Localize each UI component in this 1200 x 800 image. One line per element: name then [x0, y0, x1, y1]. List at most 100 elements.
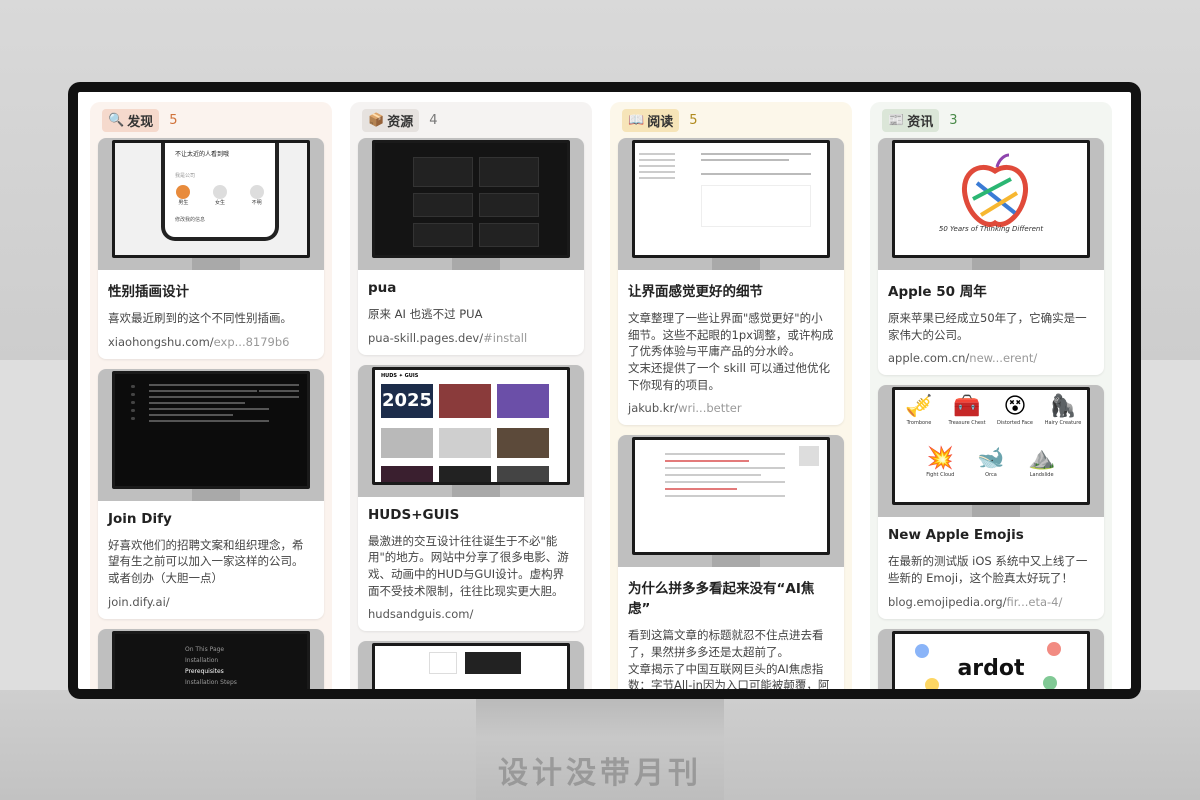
column-count: 4 — [429, 112, 438, 128]
column-tag-label: 资源 — [387, 114, 414, 130]
column-header: 📰 资讯 3 — [878, 102, 1104, 138]
column-header: 🔍 发现 5 — [98, 102, 324, 138]
card-thumbnail: 50 Years of Thinking Different — [878, 138, 1104, 270]
package-icon: 📦 — [368, 112, 385, 128]
column-count: 5 — [169, 112, 178, 128]
card-description: 原来苹果已经成立50年了，它确实是一家伟大的公司。 — [888, 311, 1087, 342]
background-block-left — [0, 360, 70, 690]
card[interactable]: HUDS ✦ GUIS 2025 HUDS+GUIS 最激进的交互设计往往诞生于… — [358, 364, 584, 632]
card[interactable]: 为什么拼多多看起来没有“AI焦虑” 看到这篇文章的标题就忍不住点进去看了，果然拼… — [618, 435, 844, 689]
thumbnail-screen: 50 Years of Thinking Different — [892, 140, 1090, 258]
thumbnail-screen — [372, 643, 570, 689]
thumbnail-stand — [712, 555, 760, 568]
ardot-logo: ardot — [957, 655, 1025, 681]
card-title: pua — [368, 280, 397, 296]
thumbnail-screen: On This Page Installation Prerequisites … — [112, 630, 310, 689]
link-domain: xiaohongshu.com/ — [108, 334, 214, 349]
card-description: 看到这篇文章的标题就忍不住点进去看了，果然拼多多还是太超前了。 文章揭示了中国互… — [628, 628, 830, 689]
link-domain: pua-skill.pages.dev/ — [368, 330, 484, 345]
emoji-label: Orca — [985, 472, 997, 479]
thumb-tile — [381, 465, 433, 482]
card-description: 喜欢最近刷到的这个不同性别插画。 — [108, 311, 292, 325]
link-domain: jakub.kr/ — [628, 401, 679, 416]
emoji-label: Hairy Creature — [1044, 420, 1082, 427]
card-description: 文章整理了一些让界面"感觉更好"的小细节。这些不起眼的1px调整，或许构成了优秀… — [628, 311, 834, 392]
emoji-label: Treasure Chest — [948, 420, 986, 427]
card-thumbnail: ardot — [878, 628, 1104, 689]
thumb-tile — [439, 465, 491, 482]
card[interactable]: 让界面感觉更好的细节 文章整理了一些让界面"感觉更好"的小细节。这些不起眼的1p… — [618, 138, 844, 426]
column-tag[interactable]: 🔍 发现 — [102, 108, 160, 132]
card[interactable]: 50 Years of Thinking Different Apple 50 … — [878, 138, 1104, 376]
monitor-frame: 🔍 发现 5 不让太近的人看到哦 我是公司 男生 女生 不明 修改我的信息 性别… — [68, 82, 1141, 699]
thumbnail-screen — [632, 437, 830, 556]
thumbnail-stand — [192, 258, 240, 270]
card-link[interactable]: pua-skill.pages.dev/#install — [368, 331, 574, 345]
card[interactable]: 不让太近的人看到哦 我是公司 男生 女生 不明 修改我的信息 性别插画设计 喜欢… — [98, 138, 324, 359]
card-title: 性别插画设计 — [108, 284, 189, 300]
link-path: new...erent/ — [969, 351, 1038, 366]
card[interactable]: On This Page Installation Prerequisites … — [98, 628, 324, 689]
thumb-tile — [497, 383, 549, 418]
card-link[interactable]: blog.emojipedia.org/fir...eta-4/ — [888, 595, 1094, 609]
card-title: Apple 50 周年 — [888, 284, 987, 300]
thumb-tile: 2025 — [381, 383, 433, 418]
card-link[interactable]: jakub.kr/wri...better — [628, 401, 834, 415]
apple-caption: 50 Years of Thinking Different — [938, 225, 1044, 233]
thumbnail-screen: ardot — [892, 630, 1090, 689]
link-domain: blog.emojipedia.org/ — [888, 594, 1007, 609]
doc-nav-item: On This Page — [185, 645, 225, 653]
card[interactable]: Join Dify 好喜欢他们的招聘文案和组织理念，希望有生之前可以加入一家这样… — [98, 368, 324, 619]
card-description: 最激进的交互设计往往诞生于不必"能用"的地方。网站中分享了很多电影、游戏、动画中… — [368, 533, 569, 598]
emoji-label: Landslide — [1029, 472, 1054, 479]
card-link[interactable]: apple.com.cn/new...erent/ — [888, 351, 1094, 365]
card-description: 原来 AI 也逃不过 PUA — [368, 307, 483, 321]
logo-tile — [429, 652, 457, 675]
watermark: 设计没带月刊 — [498, 756, 702, 791]
column-tag[interactable]: 📖 阅读 — [622, 108, 680, 132]
card-title: 为什么拼多多看起来没有“AI焦虑” — [628, 581, 815, 618]
emoji-label: Distorted Face — [996, 420, 1034, 427]
column-tag[interactable]: 📰 资讯 — [882, 108, 940, 132]
column-tag-label: 资讯 — [907, 114, 934, 130]
distorted-face-icon: 😵 — [1003, 394, 1027, 420]
column-news: 📰 资讯 3 50 Years of Thinking Different Ap… — [870, 102, 1112, 689]
link-domain: apple.com.cn/ — [888, 351, 970, 366]
card[interactable]: ardot — [878, 628, 1104, 689]
card-title: HUDS+GUIS — [368, 506, 460, 523]
card-link[interactable]: join.dify.ai/ — [108, 595, 314, 609]
card-thumbnail — [618, 138, 844, 270]
card-title: New Apple Emojis — [888, 527, 1024, 544]
column-discover: 🔍 发现 5 不让太近的人看到哦 我是公司 男生 女生 不明 修改我的信息 性别… — [90, 102, 332, 689]
thumbnail-screen — [112, 370, 310, 489]
card-thumbnail: HUDS ✦ GUIS 2025 — [358, 364, 584, 497]
card-thumbnail — [358, 641, 584, 689]
gender-label: 不明 — [251, 200, 262, 206]
thumb-tile — [497, 465, 549, 482]
thumbnail-stand — [712, 258, 760, 270]
card[interactable]: pua 原来 AI 也逃不过 PUA pua-skill.pages.dev/#… — [358, 138, 584, 355]
card-link[interactable]: hudsandguis.com/ — [368, 607, 574, 621]
site-brand: HUDS ✦ GUIS — [381, 372, 419, 379]
thumbnail-screen: 🎺 Trombone 🧰 Treasure Chest 😵 Distorted Fac… — [892, 387, 1090, 506]
card-link[interactable]: xiaohongshu.com/exp...8179b6 — [108, 335, 314, 349]
card-title: Join Dify — [108, 510, 172, 527]
column-tag-label: 发现 — [127, 114, 154, 130]
link-path: #install — [483, 330, 528, 345]
phone-section: 我是公司 — [175, 173, 196, 179]
column-header: 📖 阅读 5 — [618, 102, 844, 138]
card[interactable] — [358, 641, 584, 689]
phone-footer: 修改我的信息 — [175, 217, 206, 223]
card[interactable]: 🎺 Trombone 🧰 Treasure Chest 😵 Distorted Fac… — [878, 385, 1104, 619]
card-title: 让界面感觉更好的细节 — [628, 284, 763, 300]
link-path: exp...8179b6 — [213, 334, 290, 349]
board-columns: 🔍 发现 5 不让太近的人看到哦 我是公司 男生 女生 不明 修改我的信息 性别… — [90, 102, 1112, 689]
column-header: 📦 资源 4 — [358, 102, 584, 138]
link-path: fir...eta-4/ — [1006, 594, 1063, 609]
treasure-chest-icon: 🧰 — [953, 394, 981, 420]
card-description: 好喜欢他们的招聘文案和组织理念，希望有生之前可以加入一家这样的公司。 或者创办（… — [108, 537, 304, 586]
card-thumbnail: 不让太近的人看到哦 我是公司 男生 女生 不明 修改我的信息 — [98, 138, 324, 270]
column-tag[interactable]: 📦 资源 — [362, 108, 420, 132]
emoji-label: Fight Cloud — [926, 472, 955, 479]
card-thumbnail — [358, 138, 584, 270]
